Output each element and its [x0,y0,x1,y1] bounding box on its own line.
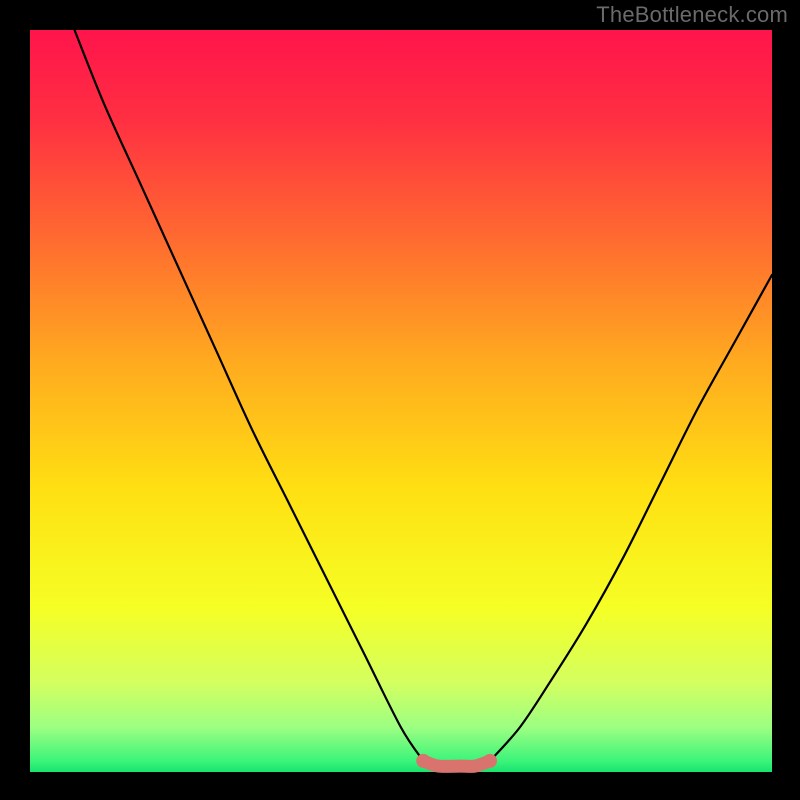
plateau-segment [423,761,490,767]
bottleneck-chart [0,0,800,800]
plateau-cap-left [416,754,430,768]
gradient-background [30,30,772,772]
watermark-text: TheBottleneck.com [596,2,788,28]
chart-frame: TheBottleneck.com [0,0,800,800]
plateau-cap-right [483,754,497,768]
